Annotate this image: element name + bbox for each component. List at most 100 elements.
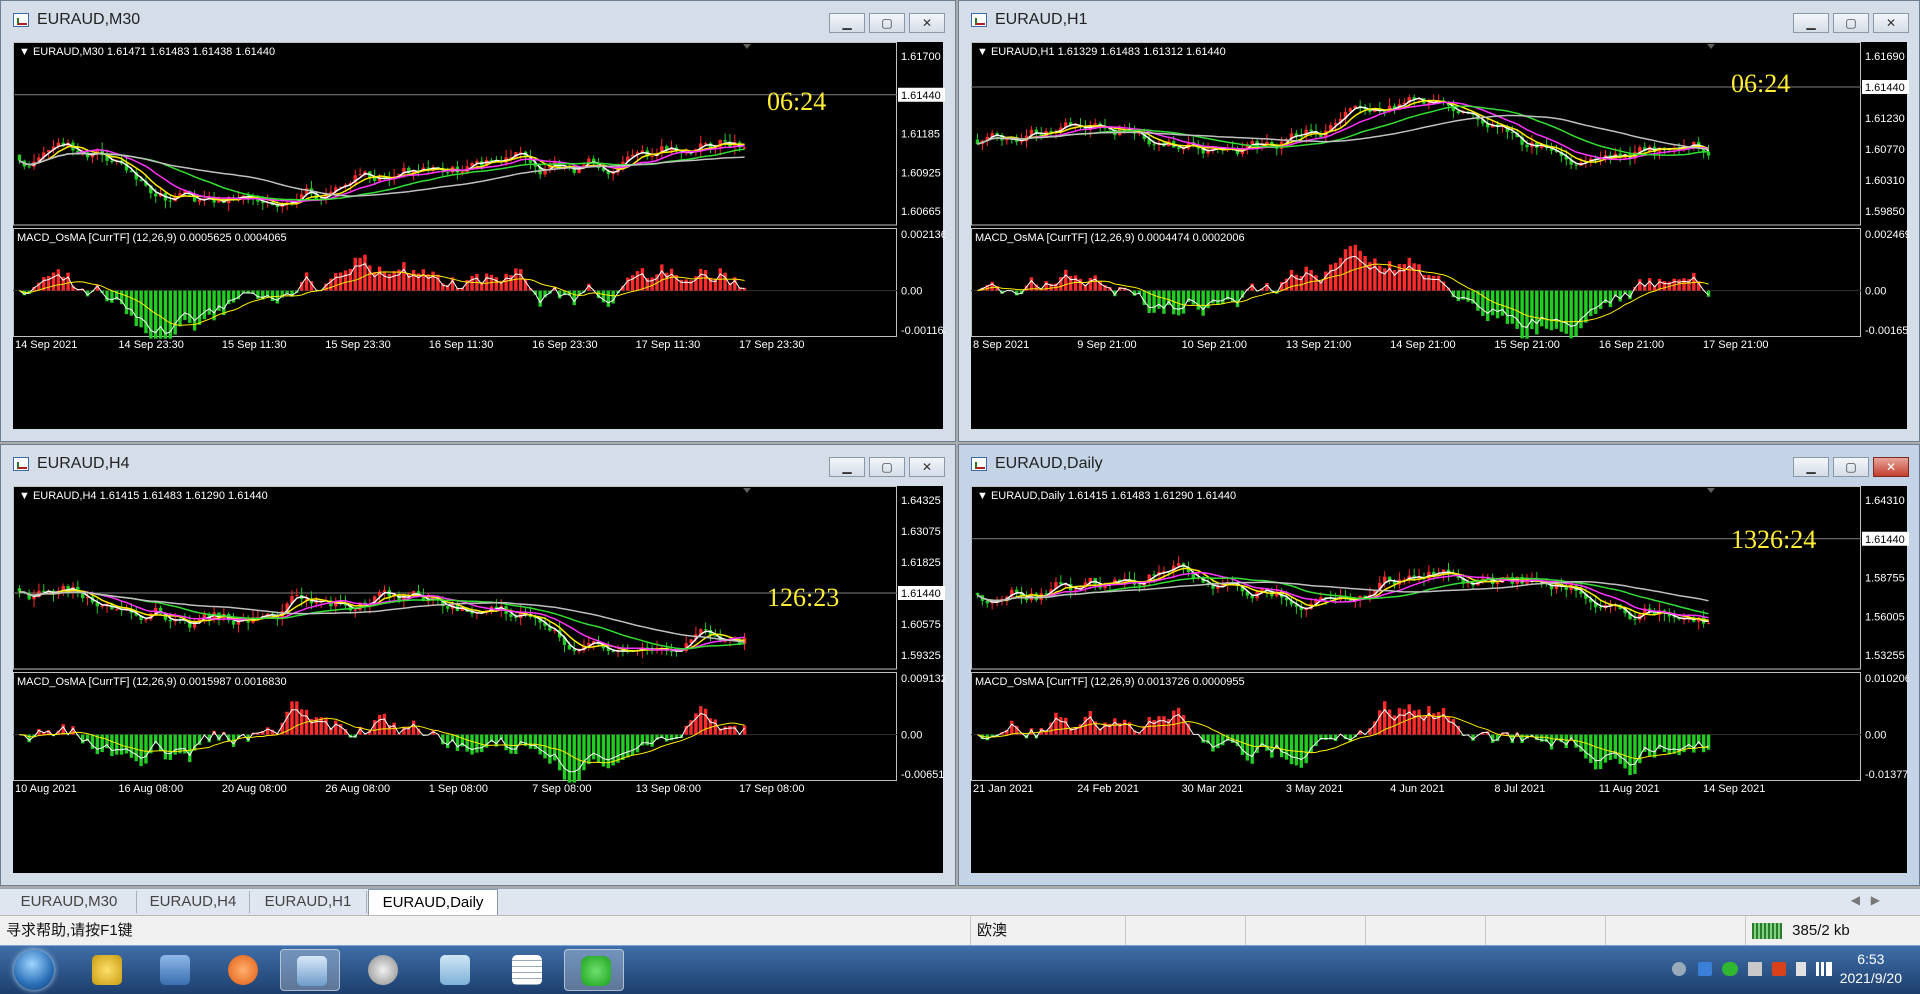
macd-signal-line [978, 715, 1709, 758]
tab-scroll-left-icon[interactable]: ◀ [1851, 893, 1860, 907]
close-button[interactable]: ✕ [909, 457, 945, 477]
taskbar-item-dollar[interactable] [76, 949, 136, 991]
wechat-icon [581, 956, 611, 986]
time-axis-label: 24 Feb 2021 [1077, 783, 1139, 795]
macd-histogram-bar [1427, 706, 1430, 734]
chart-area[interactable]: ▼ EURAUD,H1 1.61329 1.61483 1.61312 1.61… [971, 42, 1907, 429]
macd-histogram-bar [1511, 291, 1514, 324]
chart-window-m30[interactable]: EURAUD,M30 ▁ ▢ ✕ ▼ EURAUD,M30 1.61471 1.… [0, 0, 956, 442]
time-axis-label: 16 Sep 23:30 [532, 339, 597, 351]
macd-histogram-bar [529, 735, 532, 749]
taskbar-clock[interactable]: 6:53 2021/9/20 [1840, 950, 1902, 988]
candle-body [1599, 607, 1602, 608]
price-axis-label: 1.59325 [901, 650, 941, 662]
macd-histogram-bar [1251, 735, 1254, 764]
system-tray: 6:53 2021/9/20 [1600, 946, 1920, 994]
status-connection[interactable]: 385/2 kb [1745, 916, 1920, 946]
macd-histogram-bar [1373, 258, 1376, 290]
time-axis-label: 11 Aug 2021 [1599, 783, 1660, 795]
taskbar-item-metatrader[interactable] [280, 949, 340, 991]
maximize-button[interactable]: ▢ [869, 457, 905, 477]
macd-histogram-bar [577, 735, 580, 781]
taskbar-item-user[interactable] [144, 949, 204, 991]
chart-window-daily[interactable]: EURAUD,Daily ▁ ▢ ✕ ▼ EURAUD,Daily 1.6141… [958, 444, 1920, 886]
time-axis-label: 17 Sep 11:30 [636, 339, 701, 351]
time-axis-label: 15 Sep 21:00 [1494, 339, 1559, 351]
maximize-button[interactable]: ▢ [1833, 13, 1869, 33]
tab-euraud-m30[interactable]: EURAUD,M30 [2, 891, 137, 913]
macd-histogram-bar [1648, 735, 1651, 756]
macd-histogram-bar [1702, 735, 1705, 753]
current-price-label: 1.61440 [901, 90, 941, 102]
macd-histogram-bar [509, 735, 512, 754]
macd-histogram-bar [324, 718, 327, 735]
candle-body [1152, 574, 1155, 575]
bar-countdown-timer: 126:23 [767, 583, 839, 612]
tab-euraud-h1[interactable]: EURAUD,H1 [250, 891, 367, 913]
tab-scroll-right-icon[interactable]: ▶ [1871, 893, 1880, 907]
traffic-text: 385/2 kb [1792, 922, 1850, 939]
tray-volume-icon[interactable] [1796, 962, 1806, 976]
window-titlebar[interactable]: EURAUD,Daily ▁ ▢ ✕ [959, 445, 1919, 483]
window-titlebar[interactable]: EURAUD,H4 ▁ ▢ ✕ [1, 445, 955, 483]
macd-histogram-bar [276, 291, 279, 304]
tray-signal-icon[interactable] [1816, 962, 1832, 976]
close-button[interactable]: ✕ [1873, 13, 1909, 33]
macd-indicator-label: MACD_OsMA [CurrTF] (12,26,9) 0.0015987 0… [17, 676, 287, 688]
tray-shield-icon[interactable] [1698, 962, 1712, 976]
chart-area[interactable]: ▼ EURAUD,Daily 1.61415 1.61483 1.61290 1… [971, 486, 1907, 873]
chart-shift-marker [1707, 488, 1715, 493]
macd-histogram-bar [183, 291, 186, 321]
chart-area[interactable]: ▼ EURAUD,H4 1.61415 1.61483 1.61290 1.61… [13, 486, 943, 873]
taskbar-item-camera[interactable] [352, 949, 412, 991]
tray-wechat-icon[interactable] [1722, 962, 1738, 976]
macd-histogram-bar [1412, 263, 1415, 290]
macd-histogram-bar [1692, 735, 1695, 753]
macd-axis-label: -0.0011638 [901, 325, 945, 337]
macd-axis-label: -0.0065101 [901, 769, 945, 781]
taskbar-item-notepad[interactable] [424, 949, 484, 991]
candle-body [1638, 147, 1641, 151]
window-titlebar[interactable]: EURAUD,M30 ▁ ▢ ✕ [1, 1, 955, 39]
macd-histogram-bar [1211, 735, 1214, 752]
macd-histogram-bar [1162, 291, 1165, 314]
macd-histogram-bar [684, 279, 687, 290]
tab-euraud-h4[interactable]: EURAUD,H4 [137, 891, 250, 913]
tray-settings-icon[interactable] [1672, 962, 1686, 976]
macd-histogram-bar [173, 291, 176, 335]
tray-network-icon[interactable] [1748, 962, 1762, 976]
taskbar-item-calculator[interactable] [496, 949, 556, 991]
window-titlebar[interactable]: EURAUD,H1 ▁ ▢ ✕ [959, 1, 1919, 39]
chart-area[interactable]: ▼ EURAUD,M30 1.61471 1.61483 1.61438 1.6… [13, 42, 943, 429]
close-button[interactable]: ✕ [909, 13, 945, 33]
macd-histogram-bar [1113, 718, 1116, 734]
status-profile[interactable]: 欧澳 [970, 916, 1125, 946]
connection-bars-icon [1752, 923, 1782, 939]
chart-window-h1[interactable]: EURAUD,H1 ▁ ▢ ✕ ▼ EURAUD,H1 1.61329 1.61… [958, 0, 1920, 442]
start-button[interactable] [4, 948, 66, 992]
tab-euraud-daily[interactable]: EURAUD,Daily [368, 889, 498, 915]
minimize-button[interactable]: ▁ [1793, 13, 1829, 33]
macd-histogram-bar [1157, 291, 1160, 309]
minimize-button[interactable]: ▁ [1793, 457, 1829, 477]
candle-body [110, 161, 113, 162]
window-title: EURAUD,H4 [37, 455, 129, 473]
bar-countdown-timer: 1326:24 [1731, 525, 1816, 554]
macd-histogram-bar [402, 727, 405, 735]
tray-alert-icon[interactable] [1772, 962, 1786, 976]
macd-histogram-bar [1584, 291, 1587, 323]
minimize-button[interactable]: ▁ [829, 13, 865, 33]
taskbar-item-wechat[interactable] [564, 949, 624, 991]
chart-window-h4[interactable]: EURAUD,H4 ▁ ▢ ✕ ▼ EURAUD,H4 1.61415 1.61… [0, 444, 956, 886]
minimize-button[interactable]: ▁ [829, 457, 865, 477]
macd-histogram-bar [636, 271, 639, 291]
taskbar-item-orange[interactable] [212, 949, 272, 991]
macd-histogram-bar [1054, 713, 1057, 735]
macd-histogram-bar [1579, 291, 1582, 329]
maximize-button[interactable]: ▢ [869, 13, 905, 33]
macd-histogram-bar [514, 735, 517, 754]
close-button[interactable]: ✕ [1873, 457, 1909, 477]
macd-histogram-bar [607, 735, 610, 769]
macd-histogram-bar [582, 735, 585, 771]
maximize-button[interactable]: ▢ [1833, 457, 1869, 477]
